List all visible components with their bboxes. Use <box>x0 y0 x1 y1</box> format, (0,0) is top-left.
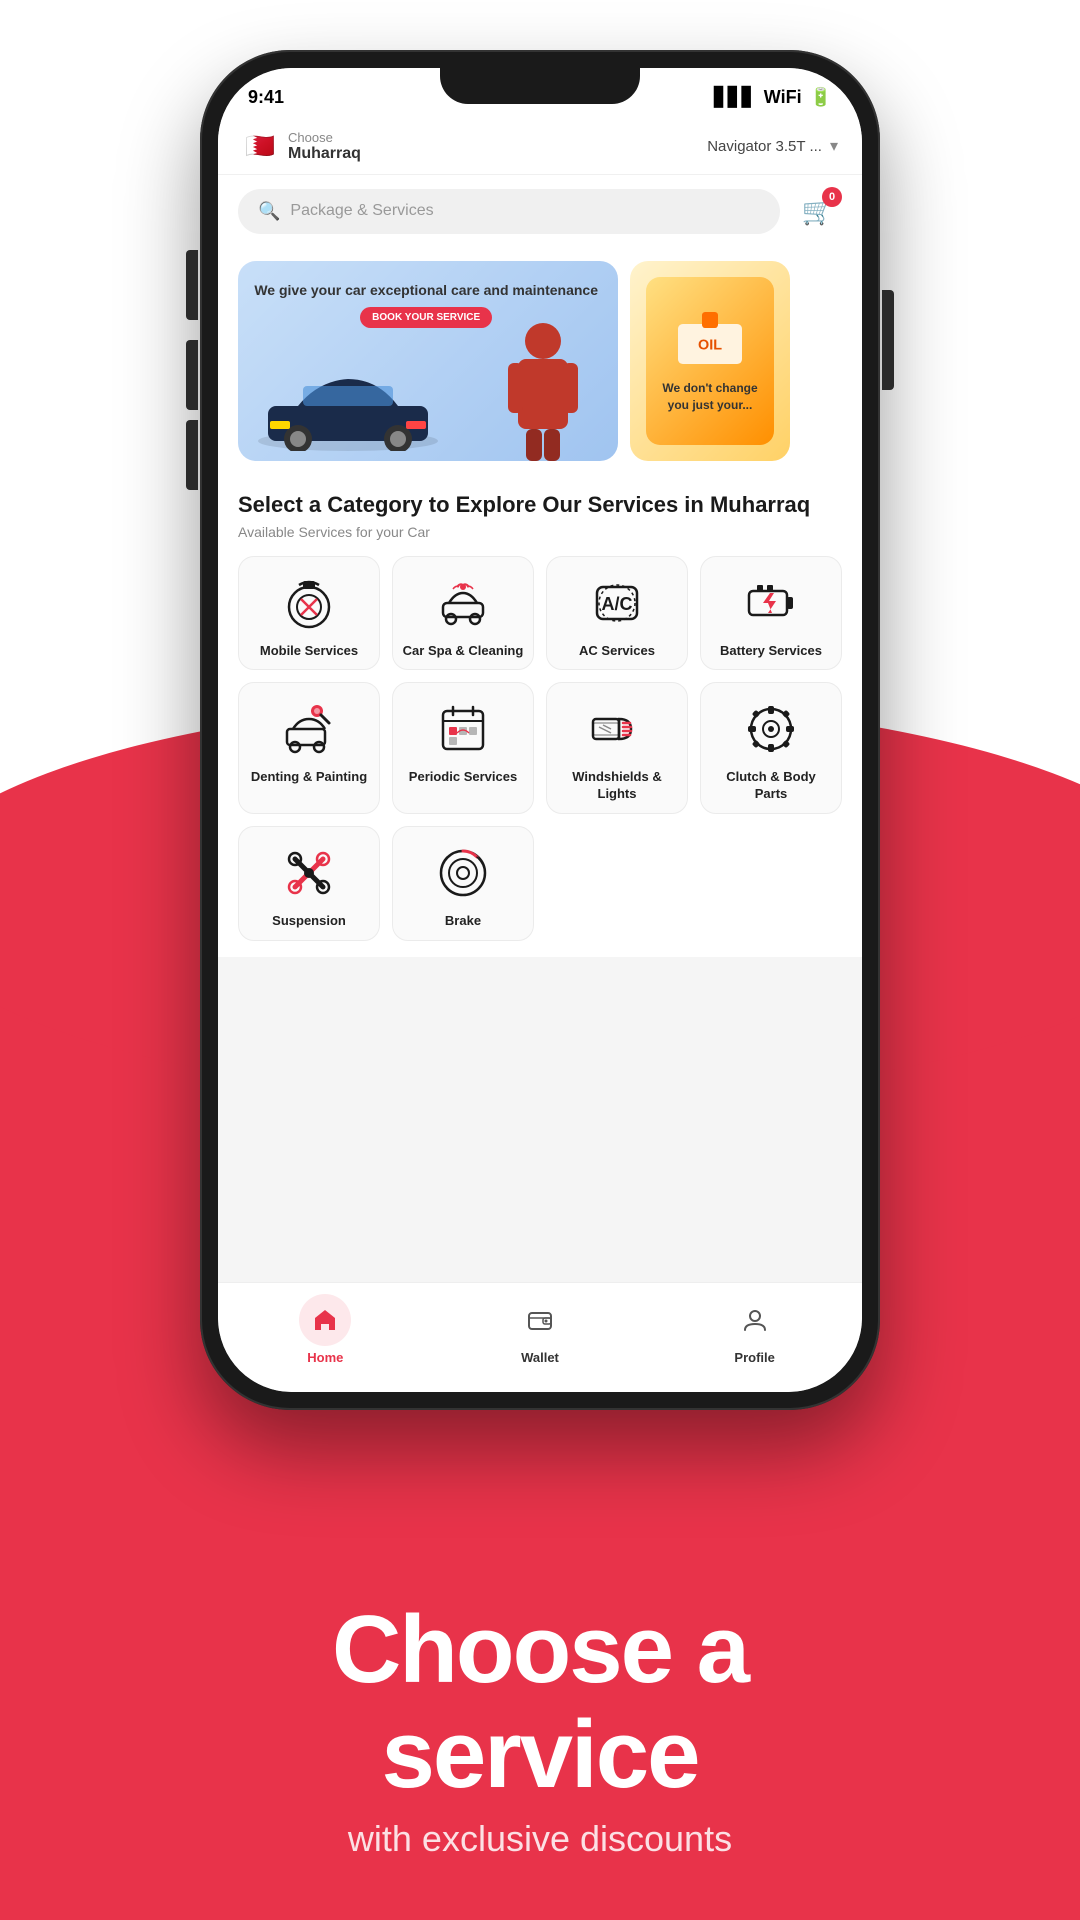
main-scroll-area[interactable]: We give your car exceptional care and ma… <box>218 247 862 1392</box>
location-text: Choose Muharraq <box>288 130 361 163</box>
location-name: Muharraq <box>288 145 361 163</box>
nav-label-home: Home <box>307 1350 343 1365</box>
ac-services-icon: A/C <box>585 571 649 635</box>
location-section[interactable]: 🇧🇭 Choose Muharraq <box>242 128 361 164</box>
category-item-carspa[interactable]: Car Spa & Cleaning <box>392 556 534 671</box>
nav-item-home[interactable]: Home <box>299 1294 351 1365</box>
search-section: 🔍 Package & Services 🛒 0 <box>218 175 862 247</box>
windshields-lights-icon <box>585 697 649 761</box>
home-icon <box>311 1306 339 1334</box>
categories-grid: Mobile Services <box>238 556 842 942</box>
category-label-brake: Brake <box>445 913 481 930</box>
app-header: 🇧🇭 Choose Muharraq Navigator 3.5T ... ▾ <box>218 118 862 175</box>
cart-button[interactable]: 🛒 0 <box>794 187 842 235</box>
banner-title: We give your car exceptional care and ma… <box>254 281 598 299</box>
status-time: 9:41 <box>248 87 284 108</box>
category-item-clutch[interactable]: Clutch & Body Parts <box>700 682 842 814</box>
subheadline-text: with exclusive discounts <box>0 1818 1080 1860</box>
category-label-clutch: Clutch & Body Parts <box>709 769 833 803</box>
denting-painting-icon <box>277 697 341 761</box>
search-placeholder: Package & Services <box>290 202 433 220</box>
category-item-brake[interactable]: Brake <box>392 826 534 941</box>
location-choose-label: Choose <box>288 130 361 145</box>
banner-secondary-title: We don't change you just your... <box>658 380 762 414</box>
category-item-ac[interactable]: A/C AC Services <box>546 556 688 671</box>
banner-container: We give your car exceptional care and ma… <box>238 261 842 461</box>
battery-icon: 🔋 <box>810 87 832 108</box>
banner-section: We give your car exceptional care and ma… <box>218 247 862 475</box>
car-spa-icon <box>431 571 495 635</box>
search-bar[interactable]: 🔍 Package & Services <box>238 189 780 234</box>
nav-item-wallet[interactable]: Wallet <box>514 1294 566 1365</box>
wallet-icon <box>526 1306 554 1334</box>
periodic-services-icon <box>431 697 495 761</box>
brake-icon <box>431 841 495 905</box>
profile-icon <box>741 1306 769 1334</box>
signal-icon: ▋▋▋ <box>714 87 756 108</box>
nav-item-profile[interactable]: Profile <box>729 1294 781 1365</box>
category-item-denting[interactable]: Denting & Painting <box>238 682 380 814</box>
bottom-nav: Home Wallet <box>218 1282 862 1392</box>
nav-label-wallet: Wallet <box>521 1350 559 1365</box>
battery-services-icon <box>739 571 803 635</box>
search-icon: 🔍 <box>258 201 280 222</box>
clutch-body-icon <box>739 697 803 761</box>
category-label-denting: Denting & Painting <box>251 769 367 786</box>
car-section[interactable]: Navigator 3.5T ... ▾ <box>707 136 838 156</box>
categories-section: Select a Category to Explore Our Service… <box>218 475 862 957</box>
wallet-icon-wrap <box>514 1294 566 1346</box>
category-label-windshield: Windshields & Lights <box>555 769 679 803</box>
category-item-mobile[interactable]: Mobile Services <box>238 556 380 671</box>
section-subheading: Available Services for your Car <box>238 524 842 540</box>
svg-text:OIL: OIL <box>698 338 722 354</box>
banner-person <box>508 321 578 461</box>
cart-badge: 0 <box>822 187 842 207</box>
profile-icon-wrap <box>729 1294 781 1346</box>
flag-icon: 🇧🇭 <box>242 128 278 164</box>
category-label-mobile: Mobile Services <box>260 643 358 660</box>
dropdown-icon: ▾ <box>830 136 838 156</box>
category-label-suspension: Suspension <box>272 913 346 930</box>
category-item-battery[interactable]: Battery Services <box>700 556 842 671</box>
svg-text:A/C: A/C <box>602 594 633 614</box>
category-label-periodic: Periodic Services <box>409 769 517 786</box>
section-heading: Select a Category to Explore Our Service… <box>238 491 842 520</box>
bottom-text-section: Choose aservice with exclusive discounts <box>0 1597 1080 1860</box>
category-label-carspa: Car Spa & Cleaning <box>403 643 524 660</box>
home-icon-wrap <box>299 1294 351 1346</box>
category-item-windshield[interactable]: Windshields & Lights <box>546 682 688 814</box>
wifi-icon: WiFi <box>764 87 802 108</box>
banner-cta-btn[interactable]: BOOK YOUR SERVICE <box>360 307 492 328</box>
phone-frame: 9:41 ▋▋▋ WiFi 🔋 🇧🇭 Choose <box>200 50 880 1410</box>
category-item-suspension[interactable]: Suspension <box>238 826 380 941</box>
banner-main[interactable]: We give your car exceptional care and ma… <box>238 261 618 461</box>
banner-secondary[interactable]: OIL We don't change you just your... <box>630 261 790 461</box>
mobile-services-icon <box>277 571 341 635</box>
category-item-periodic[interactable]: Periodic Services <box>392 682 534 814</box>
category-label-ac: AC Services <box>579 643 655 660</box>
headline-text: Choose aservice <box>0 1597 1080 1808</box>
phone-notch <box>440 68 640 104</box>
nav-label-profile: Profile <box>734 1350 774 1365</box>
car-model-label: Navigator 3.5T ... <box>707 138 822 155</box>
category-label-battery: Battery Services <box>720 643 822 660</box>
status-icons: ▋▋▋ WiFi 🔋 <box>714 87 832 108</box>
suspension-icon <box>277 841 341 905</box>
